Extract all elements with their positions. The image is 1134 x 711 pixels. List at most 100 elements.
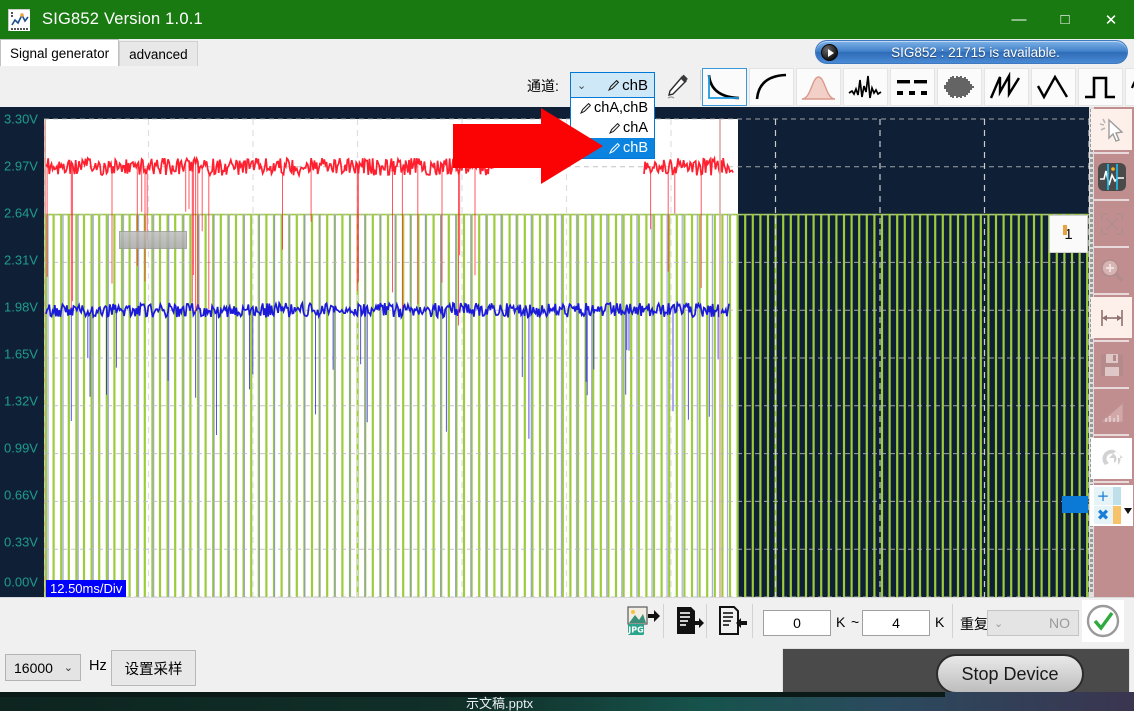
desktop-taskbar: 示文稿.pptx xyxy=(0,692,1134,711)
sawtooth-wave-button[interactable] xyxy=(984,68,1029,106)
gaussian-wave-button[interactable] xyxy=(796,68,841,106)
ruler-icon xyxy=(1099,401,1123,422)
stop-device-button[interactable]: Stop Device xyxy=(936,654,1084,694)
application-window: SIG852 Version 1.0.1 — □ ✕ Signal genera… xyxy=(0,0,1134,711)
waveform-view-icon xyxy=(1097,162,1126,191)
redo-tool[interactable] xyxy=(1091,438,1132,479)
axis-label: 3.30V xyxy=(4,111,38,127)
axis-label: 2.31V xyxy=(4,252,38,268)
app-icon xyxy=(8,8,30,31)
sample-rate-value: 16000 xyxy=(14,659,53,676)
jpg-export-icon: JPG xyxy=(627,606,660,635)
zoom-in-tool[interactable] xyxy=(1091,250,1132,291)
minimize-button[interactable]: — xyxy=(996,0,1042,39)
pen-icon xyxy=(608,142,621,155)
axis-label: 0.66V xyxy=(4,487,38,503)
tool-separator xyxy=(1093,340,1129,342)
repeat-label: 重复 xyxy=(960,616,988,632)
pulse-train-wave-button[interactable] xyxy=(890,68,935,106)
axis-label: 0.00V xyxy=(4,574,38,590)
scroll-position-handle[interactable] xyxy=(1062,496,1088,513)
noise-icon xyxy=(848,75,882,99)
math-ops-icon: + ✖ xyxy=(1093,487,1132,524)
channel-combobox-value: chB xyxy=(622,76,648,94)
math-ops-tool[interactable]: + ✖ xyxy=(1090,485,1133,526)
tab-signal-generator[interactable]: Signal generator xyxy=(0,39,120,66)
zoom-in-icon xyxy=(1100,258,1123,282)
square-icon xyxy=(1085,76,1115,99)
tool-separator xyxy=(1093,481,1129,483)
triangle-wave-button[interactable] xyxy=(1031,68,1076,106)
cursor-pointer-icon xyxy=(1099,117,1124,142)
export-file-button[interactable] xyxy=(669,602,709,640)
redo-icon xyxy=(1102,449,1123,465)
set-sampling-button[interactable]: 设置采样 xyxy=(111,650,196,686)
tool-separator xyxy=(1093,434,1129,436)
sawtooth-icon xyxy=(989,72,1021,99)
expand-arrows-tool[interactable] xyxy=(1091,203,1132,244)
sample-rate-combobox[interactable]: 16000 ⌄ xyxy=(5,654,81,681)
toolbar-separator xyxy=(752,604,753,638)
svg-text:JPG: JPG xyxy=(627,626,643,635)
exp-rise-icon xyxy=(755,73,787,100)
check-circle-icon xyxy=(1086,604,1120,638)
dropdown-option-label: chB xyxy=(623,140,648,156)
axis-label: 1.98V xyxy=(4,299,38,315)
channel-combobox[interactable]: ⌄ chB xyxy=(570,72,655,98)
notification-text: SIG852 : 21715 is available. xyxy=(891,44,1060,60)
waveform-view-tool[interactable] xyxy=(1091,156,1132,197)
pulse-train-icon xyxy=(897,80,927,95)
range-tilde: ~ xyxy=(851,614,860,630)
chevron-down-icon: ⌄ xyxy=(577,79,587,92)
square-wave-button[interactable] xyxy=(1078,68,1123,106)
axis-label: 1.65V xyxy=(4,346,38,362)
range-end-input[interactable]: 4 xyxy=(862,610,930,636)
play-circle-icon xyxy=(821,43,838,61)
save-floppy-tool[interactable] xyxy=(1091,344,1132,385)
jpg-export-button[interactable]: JPG xyxy=(624,602,664,640)
horizontal-measure-icon xyxy=(1100,309,1123,326)
time-per-division-label: 12.50ms/Div xyxy=(46,580,127,597)
tool-separator xyxy=(1093,387,1129,389)
axis-label: 2.64V xyxy=(4,205,38,221)
noise-wave-button[interactable] xyxy=(843,68,888,106)
range-start-input[interactable]: 0 xyxy=(763,610,831,636)
exp-decay-wave-button[interactable] xyxy=(702,68,747,106)
close-button[interactable]: ✕ xyxy=(1088,0,1134,39)
chevron-down-icon: ⌄ xyxy=(63,662,73,674)
range-end-unit: K xyxy=(935,614,945,630)
exp-rise-wave-button[interactable] xyxy=(749,68,794,106)
toolbar-separator xyxy=(952,604,953,638)
save-floppy-icon xyxy=(1100,353,1123,376)
cursor-pointer-tool[interactable] xyxy=(1091,109,1132,150)
horizontal-measure-tool[interactable] xyxy=(1091,297,1132,338)
tab-advanced[interactable]: advanced xyxy=(119,41,198,66)
repeat-combobox[interactable]: ⌄ NO xyxy=(987,610,1079,636)
range-start-unit: K xyxy=(836,614,846,630)
svg-text:✖: ✖ xyxy=(1096,506,1109,524)
eyedropper-button[interactable] xyxy=(657,68,695,106)
am-burst-icon xyxy=(944,76,974,98)
voltage-axis: 3.30V 2.97V 2.64V 2.31V 1.98V 1.65V 1.32… xyxy=(0,107,44,597)
ruler-tool[interactable] xyxy=(1091,391,1132,432)
pen-icon xyxy=(608,122,621,135)
chevron-down-icon: ⌄ xyxy=(994,617,1004,630)
tool-separator xyxy=(1093,293,1129,295)
tool-separator xyxy=(1093,199,1129,201)
toolbar-separator xyxy=(663,604,664,638)
import-file-button[interactable] xyxy=(712,602,752,640)
channel-index-box[interactable]: 1 xyxy=(1049,215,1088,253)
sine-wave-button[interactable] xyxy=(1125,68,1134,106)
taskbar-document-label: 示文稿.pptx xyxy=(466,696,534,711)
title-bar: SIG852 Version 1.0.1 — □ ✕ xyxy=(0,0,1134,39)
export-file-icon xyxy=(677,607,704,634)
exp-decay-icon xyxy=(707,74,740,100)
am-burst-wave-button[interactable] xyxy=(937,68,982,106)
confirm-button[interactable] xyxy=(1082,600,1124,642)
maximize-button[interactable]: □ xyxy=(1042,0,1088,39)
toolbar-separator xyxy=(706,604,707,638)
device-status-notification[interactable]: SIG852 : 21715 is available. xyxy=(815,40,1128,64)
axis-label: 1.32V xyxy=(4,393,38,409)
window-title: SIG852 Version 1.0.1 xyxy=(42,10,203,28)
right-tool-panel: + ✖ xyxy=(1089,107,1134,597)
